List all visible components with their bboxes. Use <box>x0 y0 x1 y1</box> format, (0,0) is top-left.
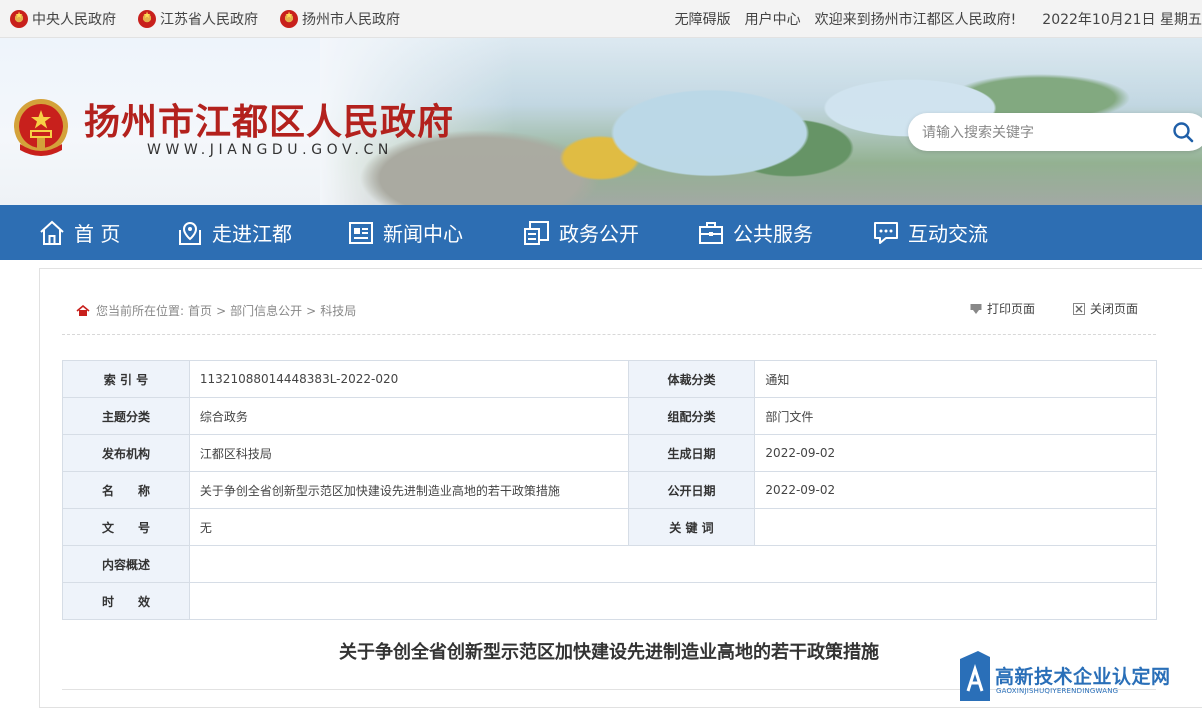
top-utility-bar: 中央人民政府 江苏省人民政府 扬州市人民政府 无障碍版 用户中心 欢迎来到扬州市… <box>0 0 1202 38</box>
chat-icon <box>874 221 898 244</box>
gov-link-label: 扬州市人民政府 <box>302 12 400 28</box>
publish-date-value: 2022-09-02 <box>754 471 1157 509</box>
grouping-label: 组配分类 <box>627 397 756 435</box>
watermark-text: 高新技术企业认定网 <box>995 666 1171 688</box>
map-pin-icon <box>179 221 201 245</box>
national-emblem-icon <box>10 10 28 28</box>
national-emblem-icon <box>280 10 298 28</box>
header-banner: 扬州市江都区人民政府 WWW.JIANGDU.GOV.CN <box>0 38 1202 205</box>
watermark-subtext: GAOXINJISHUQIYERENDINGWANG <box>996 687 1119 695</box>
breadcrumb-item-dept-info[interactable]: 部门信息公开 <box>230 302 302 319</box>
table-row: 文 号 无 关 键 词 <box>62 508 1157 546</box>
document-metadata-table: 索 引 号 11321088014448383L-2022-020 体裁分类 通… <box>62 360 1158 620</box>
gov-links: 中央人民政府 江苏省人民政府 扬州市人民政府 <box>10 0 422 38</box>
site-title: 扬州市江都区人民政府 <box>84 101 455 143</box>
search-icon[interactable] <box>1172 121 1194 143</box>
current-date: 2022年10月21日 星期五 <box>1042 12 1202 28</box>
index-number-label: 索 引 号 <box>62 360 190 398</box>
print-page-button[interactable]: 打印页面 <box>970 300 1035 317</box>
validity-value <box>188 582 1158 620</box>
user-center-link[interactable]: 用户中心 <box>745 9 801 29</box>
doc-number-label: 文 号 <box>62 508 190 546</box>
print-icon <box>970 303 982 314</box>
breadcrumb-separator: > <box>216 303 227 318</box>
index-number-value: 11321088014448383L-2022-020 <box>188 360 629 398</box>
nav-item-public-service[interactable]: 公共服务 <box>697 205 813 260</box>
close-label: 关闭页面 <box>1090 302 1139 316</box>
nav-item-gov-affairs[interactable]: 政务公开 <box>523 205 639 260</box>
briefcase-icon <box>699 221 723 244</box>
created-date-label: 生成日期 <box>627 434 756 472</box>
watermark: 高新技术企业认定网 GAOXINJISHUQIYERENDINGWANG <box>958 651 1202 701</box>
topic-value: 综合政务 <box>188 397 629 435</box>
created-date-value: 2022-09-02 <box>754 434 1157 472</box>
print-label: 打印页面 <box>987 302 1036 316</box>
nav-item-home[interactable]: 首 页 <box>38 205 120 260</box>
table-row: 时 效 <box>62 582 1158 620</box>
close-icon <box>1073 302 1085 315</box>
national-emblem-icon <box>138 10 156 28</box>
nav-item-news[interactable]: 新闻中心 <box>347 205 463 260</box>
nav-item-label: 新闻中心 <box>383 222 463 246</box>
main-nav: 首 页 走进江都 新闻中心 政务公开 公共服务 互动交流 <box>0 205 1202 260</box>
nav-item-label: 互动交流 <box>908 222 988 246</box>
nav-item-label: 政务公开 <box>559 222 639 246</box>
jiangsu-gov-link[interactable]: 江苏省人民政府 <box>138 9 258 29</box>
table-row: 发布机构 江都区科技局 生成日期 2022-09-02 <box>62 434 1157 472</box>
nav-item-label: 公共服务 <box>733 222 813 246</box>
genre-value: 通知 <box>754 360 1157 398</box>
nav-item-interaction[interactable]: 互动交流 <box>872 205 988 260</box>
search-input[interactable] <box>922 121 1162 143</box>
newspaper-icon <box>349 221 373 244</box>
national-emblem-icon <box>14 99 68 156</box>
name-value: 关于争创全省创新型示范区加快建设先进制造业高地的若干政策措施 <box>188 471 629 509</box>
grouping-value: 部门文件 <box>754 397 1157 435</box>
watermark-logo-icon <box>960 651 990 701</box>
home-icon <box>76 304 90 316</box>
nav-item-about[interactable]: 走进江都 <box>176 205 292 260</box>
gov-link-label: 中央人民政府 <box>32 12 116 28</box>
genre-label: 体裁分类 <box>627 360 756 398</box>
name-label: 名 称 <box>62 471 190 509</box>
publish-date-label: 公开日期 <box>627 471 756 509</box>
accessibility-link[interactable]: 无障碍版 <box>675 9 731 29</box>
site-url: WWW.JIANGDU.GOV.CN <box>147 142 393 158</box>
divider <box>62 334 1156 335</box>
breadcrumb-item-tech-bureau[interactable]: 科技局 <box>320 302 356 319</box>
table-row: 主题分类 综合政务 组配分类 部门文件 <box>62 397 1157 435</box>
breadcrumb-item-home[interactable]: 首页 <box>188 302 212 319</box>
table-row: 索 引 号 11321088014448383L-2022-020 体裁分类 通… <box>62 360 1157 398</box>
document-icon <box>524 220 549 245</box>
table-row: 内容概述 <box>62 545 1158 583</box>
welcome-text: 欢迎来到扬州市江都区人民政府! <box>814 12 1017 28</box>
doc-number-value: 无 <box>188 508 629 546</box>
search-box <box>908 113 1202 151</box>
breadcrumb-prefix: 您当前所在位置: <box>96 304 185 318</box>
central-gov-link[interactable]: 中央人民政府 <box>10 9 116 29</box>
keywords-label: 关 键 词 <box>627 508 756 546</box>
close-page-button[interactable]: 关闭页面 <box>1073 300 1138 317</box>
nav-item-label: 首 页 <box>74 222 121 246</box>
topbar-right: 无障碍版 用户中心 欢迎来到扬州市江都区人民政府! 2022年10月21日 星期… <box>661 0 1202 38</box>
gov-link-label: 江苏省人民政府 <box>160 12 258 28</box>
topic-label: 主题分类 <box>62 397 190 435</box>
table-row: 名 称 关于争创全省创新型示范区加快建设先进制造业高地的若干政策措施 公开日期 … <box>62 471 1157 509</box>
nav-item-label: 走进江都 <box>212 222 292 246</box>
publisher-label: 发布机构 <box>62 434 190 472</box>
breadcrumb: 您当前所在位置: 首页 > 部门信息公开 > 科技局 <box>76 302 360 319</box>
keywords-value <box>754 508 1157 546</box>
summary-value <box>188 545 1158 583</box>
home-icon <box>40 220 64 245</box>
breadcrumb-separator: > <box>306 303 317 318</box>
yangzhou-gov-link[interactable]: 扬州市人民政府 <box>280 9 400 29</box>
validity-label: 时 效 <box>62 582 190 620</box>
summary-label: 内容概述 <box>62 545 190 583</box>
publisher-value: 江都区科技局 <box>188 434 629 472</box>
